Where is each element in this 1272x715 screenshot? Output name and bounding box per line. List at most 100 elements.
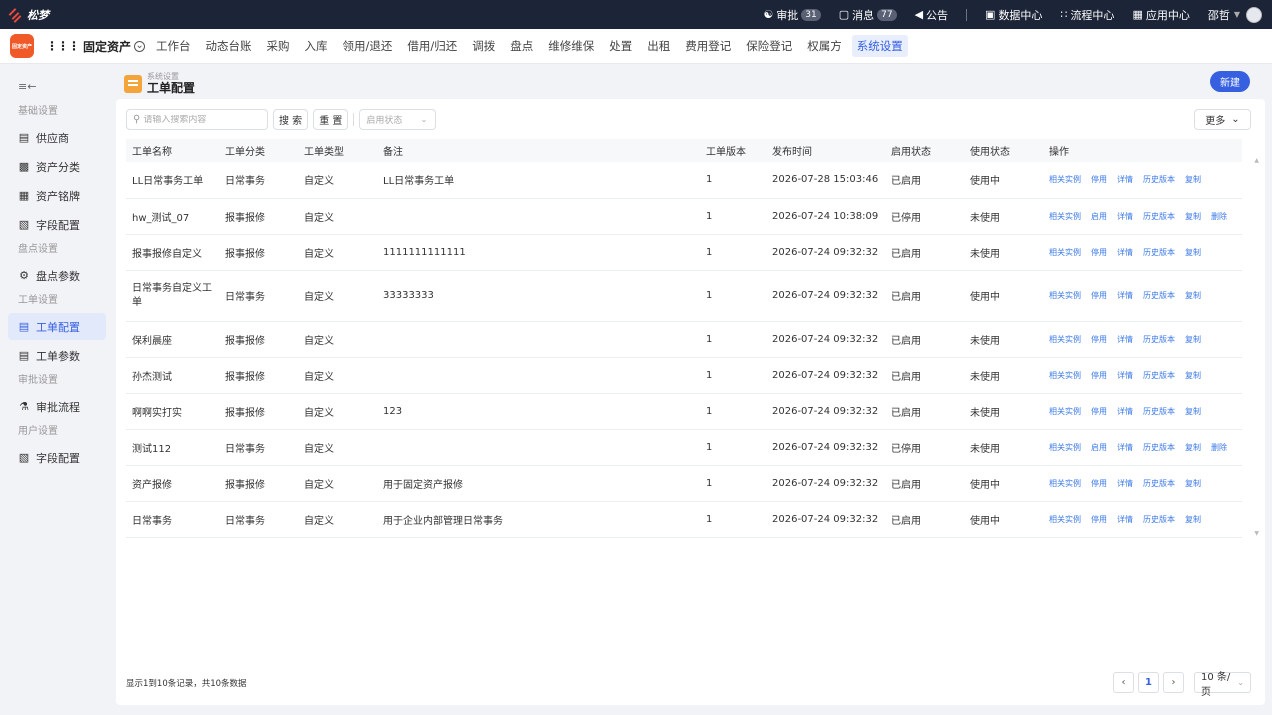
table-row[interactable]: 日常事务 日常事务 自定义 用于企业内部管理日常事务 1 2026-07-24 09:32… xyxy=(126,501,1242,538)
brand[interactable]: 松梦 xyxy=(8,7,49,23)
row-action-link[interactable]: 历史版本 xyxy=(1143,334,1175,345)
flow-center-link[interactable]: ∷ 流程中心 xyxy=(1060,7,1114,23)
sidebar-item-workorder-params[interactable]: ▤ 工单参数 xyxy=(0,342,106,369)
row-action-link[interactable]: 相关实例 xyxy=(1049,334,1081,345)
scroll-down-icon[interactable]: ▼ xyxy=(1254,530,1259,537)
page-size-select[interactable]: 10 条/页 ⌄ xyxy=(1194,672,1251,698)
row-action-link[interactable]: 历史版本 xyxy=(1143,290,1175,301)
row-action-link[interactable]: 停用 xyxy=(1091,370,1107,381)
table-row[interactable]: LL日常事务工单 日常事务 自定义 LL日常事务工单 1 2026-07-28 15:03… xyxy=(126,162,1242,199)
sidebar-item-field-config[interactable]: ▧ 字段配置 xyxy=(0,211,106,238)
row-action-link[interactable]: 相关实例 xyxy=(1049,370,1081,381)
tab-8[interactable]: 维修维保 xyxy=(543,35,599,57)
row-action-link[interactable]: 删除 xyxy=(1211,211,1227,222)
row-action-link[interactable]: 历史版本 xyxy=(1143,442,1175,453)
tab-14[interactable]: 系统设置 xyxy=(851,35,908,57)
table-row[interactable]: 测试112 日常事务 自定义 1 2026-07-24 09:32:32 已停用 未使用 相关… xyxy=(126,429,1242,466)
table-row[interactable]: 啊啊实打实 报事报修 自定义 123 1 2026-07-24 09:32:32 已启用 未使… xyxy=(126,393,1242,430)
search-box[interactable]: ⚲ xyxy=(126,109,268,130)
row-action-link[interactable]: 详情 xyxy=(1117,514,1133,525)
row-action-link[interactable]: 停用 xyxy=(1091,406,1107,417)
row-action-link[interactable]: 详情 xyxy=(1117,174,1133,185)
table-row[interactable]: 资产报修 报事报修 自定义 用于固定资产报修 1 2026-07-24 09:32:32 已… xyxy=(126,465,1242,502)
tab-1[interactable]: 动态台账 xyxy=(201,35,257,57)
tab-5[interactable]: 借用/归还 xyxy=(402,35,462,57)
chevron-down-icon[interactable]: ▼ xyxy=(1234,10,1240,19)
row-action-link[interactable]: 相关实例 xyxy=(1049,442,1081,453)
message-link[interactable]: ▢ 消息 77 xyxy=(839,7,897,23)
sidebar-item-approval-flow[interactable]: ⚗ 审批流程 xyxy=(0,393,106,420)
row-action-link[interactable]: 复制 xyxy=(1185,247,1201,258)
tab-11[interactable]: 费用登记 xyxy=(680,35,736,57)
row-action-link[interactable]: 历史版本 xyxy=(1143,174,1175,185)
row-action-link[interactable]: 复制 xyxy=(1185,370,1201,381)
sidebar-item-inventory-params[interactable]: ⚙ 盘点参数 xyxy=(0,262,106,289)
breadcrumb[interactable]: 系统设置 xyxy=(147,72,195,81)
row-action-link[interactable]: 详情 xyxy=(1117,247,1133,258)
search-button[interactable]: 搜 索 xyxy=(273,109,309,130)
row-action-link[interactable]: 复制 xyxy=(1185,514,1201,525)
row-action-link[interactable]: 停用 xyxy=(1091,334,1107,345)
row-action-link[interactable]: 历史版本 xyxy=(1143,211,1175,222)
user-name[interactable]: 邵哲 xyxy=(1208,7,1230,23)
tab-12[interactable]: 保险登记 xyxy=(741,35,797,57)
tab-9[interactable]: 处置 xyxy=(604,35,637,57)
search-input[interactable] xyxy=(143,114,256,125)
row-action-link[interactable]: 详情 xyxy=(1117,406,1133,417)
row-action-link[interactable]: 启用 xyxy=(1091,442,1107,453)
new-button[interactable]: 新建 xyxy=(1210,71,1250,92)
approval-link[interactable]: ☯ 审批 31 xyxy=(763,7,821,23)
row-action-link[interactable]: 详情 xyxy=(1117,290,1133,301)
row-action-link[interactable]: 详情 xyxy=(1117,442,1133,453)
row-action-link[interactable]: 相关实例 xyxy=(1049,290,1081,301)
chevron-down-icon[interactable]: ⌄ xyxy=(134,40,146,52)
tab-2[interactable]: 采购 xyxy=(262,35,295,57)
row-action-link[interactable]: 历史版本 xyxy=(1143,478,1175,489)
row-action-link[interactable]: 停用 xyxy=(1091,290,1107,301)
row-action-link[interactable]: 复制 xyxy=(1185,174,1201,185)
row-action-link[interactable]: 启用 xyxy=(1091,211,1107,222)
row-action-link[interactable]: 相关实例 xyxy=(1049,478,1081,489)
row-action-link[interactable]: 停用 xyxy=(1091,247,1107,258)
row-action-link[interactable]: 历史版本 xyxy=(1143,370,1175,381)
page-number[interactable]: 1 xyxy=(1138,672,1159,693)
row-action-link[interactable]: 历史版本 xyxy=(1143,406,1175,417)
table-row[interactable]: 日常事务自定义工单 日常事务 自定义 33333333 1 2026-07-24 09:3… xyxy=(126,270,1242,322)
row-action-link[interactable]: 停用 xyxy=(1091,478,1107,489)
table-row[interactable]: 保利晨座 报事报修 自定义 1 2026-07-24 09:32:32 已启用 未使用 相关实… xyxy=(126,321,1242,358)
sidebar-item-workorder-config[interactable]: ▤ 工单配置 xyxy=(8,313,106,340)
scroll-up-icon[interactable]: ▲ xyxy=(1254,157,1259,164)
avatar[interactable] xyxy=(1246,6,1262,23)
row-action-link[interactable]: 相关实例 xyxy=(1049,514,1081,525)
row-action-link[interactable]: 相关实例 xyxy=(1049,247,1081,258)
row-action-link[interactable]: 复制 xyxy=(1185,406,1201,417)
app-center-link[interactable]: ▦ 应用中心 xyxy=(1132,7,1189,23)
sidebar-item-user-field-config[interactable]: ▧ 字段配置 xyxy=(0,444,106,471)
tab-13[interactable]: 权属方 xyxy=(802,35,847,57)
more-button[interactable]: 更多 ⌄ xyxy=(1194,109,1251,130)
table-row[interactable]: hw_测试_07 报事报修 自定义 1 2026-07-24 10:38:09 已停用 未使… xyxy=(126,198,1242,235)
row-action-link[interactable]: 停用 xyxy=(1091,174,1107,185)
tab-3[interactable]: 入库 xyxy=(300,35,333,57)
row-action-link[interactable]: 相关实例 xyxy=(1049,174,1081,185)
app-title[interactable]: 固定资产 xyxy=(83,38,131,55)
sidebar-item-asset-brand[interactable]: ▦ 资产铭牌 xyxy=(0,182,106,209)
row-action-link[interactable]: 历史版本 xyxy=(1143,514,1175,525)
table-row[interactable]: 报事报修自定义 报事报修 自定义 1111111111111 1 2026-07-24 0… xyxy=(126,234,1242,271)
tab-10[interactable]: 出租 xyxy=(642,35,675,57)
sidebar-item-asset-category[interactable]: ▩ 资产分类 xyxy=(0,153,106,180)
row-action-link[interactable]: 复制 xyxy=(1185,211,1201,222)
status-select[interactable]: 启用状态 ⌄ xyxy=(359,109,437,130)
row-action-link[interactable]: 详情 xyxy=(1117,211,1133,222)
tab-0[interactable]: 工作台 xyxy=(151,35,196,57)
tab-6[interactable]: 调拨 xyxy=(467,35,500,57)
tab-4[interactable]: 领用/退还 xyxy=(338,35,398,57)
row-action-link[interactable]: 停用 xyxy=(1091,514,1107,525)
row-action-link[interactable]: 历史版本 xyxy=(1143,247,1175,258)
tab-7[interactable]: 盘点 xyxy=(505,35,538,57)
row-action-link[interactable]: 详情 xyxy=(1117,334,1133,345)
next-page-button[interactable]: › xyxy=(1163,672,1184,693)
row-action-link[interactable]: 复制 xyxy=(1185,334,1201,345)
data-center-link[interactable]: ▣ 数据中心 xyxy=(985,7,1042,23)
prev-page-button[interactable]: ‹ xyxy=(1113,672,1134,693)
